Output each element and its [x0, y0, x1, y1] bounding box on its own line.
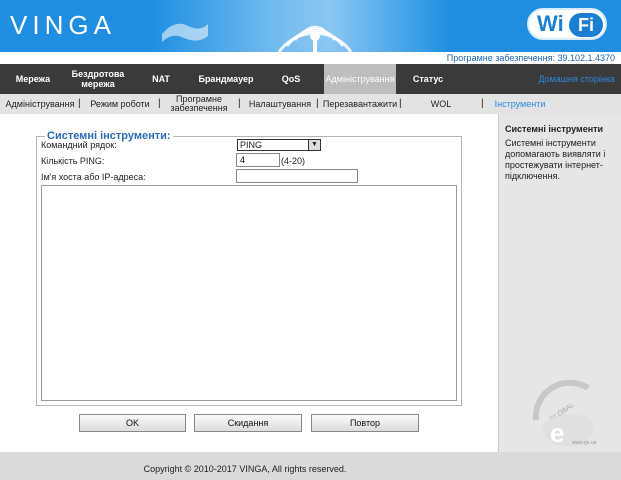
- wifi-logo-fi: Fi: [569, 13, 603, 37]
- main-nav: Мережа Бездротова мережа NAT Брандмауер …: [0, 64, 621, 94]
- subnav-item-reboot[interactable]: Перезавантажити: [320, 94, 400, 114]
- firmware-version: Програмне забезпечення: 39.102.1.4370: [446, 53, 615, 63]
- subnav-item-mode[interactable]: Режим роботи: [85, 94, 155, 114]
- subnav-separator: |: [78, 98, 81, 109]
- copyright-text: Copyright © 2010-2017 VINGA, All rights …: [143, 464, 347, 474]
- subnav-separator: |: [238, 98, 241, 109]
- subnav-item-settings[interactable]: Налаштування: [244, 94, 316, 114]
- wifi-signal-graphic: [277, 25, 353, 52]
- firmware-bar: Програмне забезпечення: 39.102.1.4370: [0, 52, 621, 64]
- ping-count-input[interactable]: [236, 153, 280, 167]
- subnav-item-firmware[interactable]: Програмне забезпечення: [165, 94, 233, 114]
- subnav-item-administration[interactable]: Адміністрування: [2, 94, 78, 114]
- ping-count-hint: (4-20): [281, 156, 306, 166]
- output-textarea[interactable]: [41, 185, 457, 401]
- watermark-logo: GLOBAL e www.ge.ua: [532, 380, 597, 448]
- command-select-value: PING: [240, 140, 263, 150]
- nav-item-administration[interactable]: Адміністрування: [324, 64, 396, 94]
- sub-nav: Адміністрування | Режим роботи | Програм…: [0, 94, 621, 114]
- subnav-separator: |: [481, 98, 484, 109]
- wifi-logo-wi: Wi: [537, 11, 564, 36]
- chevron-down-icon[interactable]: ▼: [308, 140, 320, 150]
- repeat-button[interactable]: Повтор: [311, 414, 419, 432]
- ping-count-label: Кількість PING:: [41, 156, 105, 166]
- nav-item-wireless[interactable]: Бездротова мережа: [62, 64, 134, 94]
- home-page-link[interactable]: Домашня сторінка: [538, 64, 615, 94]
- subnav-separator: |: [158, 98, 161, 109]
- wifi-logo: Wi Fi: [527, 8, 607, 40]
- header-banner: VINGA Wi Fi: [0, 0, 621, 52]
- nav-item-status[interactable]: Статус: [400, 64, 456, 94]
- nav-item-firewall[interactable]: Брандмауер: [188, 64, 264, 94]
- nav-item-nat[interactable]: NAT: [138, 64, 184, 94]
- host-input[interactable]: [236, 169, 358, 183]
- subnav-item-tools[interactable]: Інструменти: [490, 94, 550, 114]
- reset-button[interactable]: Скидання: [194, 414, 302, 432]
- ok-button[interactable]: OK: [79, 414, 186, 432]
- subnav-separator: |: [399, 98, 402, 109]
- host-label: Ім'я хоста або IP-адреса:: [41, 172, 146, 182]
- handshake-icon: [162, 23, 208, 42]
- brand-logo: VINGA: [10, 10, 116, 40]
- subnav-separator: |: [316, 98, 319, 109]
- help-title: Системні інструменти: [505, 124, 604, 134]
- help-text: Системні інструменти допомагають виявлят…: [505, 138, 606, 181]
- footer: Copyright © 2010-2017 VINGA, All rights …: [0, 452, 621, 480]
- svg-text:e: e: [550, 418, 564, 448]
- subnav-item-wol[interactable]: WOL: [420, 94, 462, 114]
- watermark-site: www.ge.ua: [572, 440, 597, 446]
- nav-item-network[interactable]: Мережа: [4, 64, 62, 94]
- nav-item-qos[interactable]: QoS: [268, 64, 314, 94]
- command-label: Командний рядок:: [41, 140, 117, 150]
- command-select[interactable]: PING ▼: [237, 139, 321, 151]
